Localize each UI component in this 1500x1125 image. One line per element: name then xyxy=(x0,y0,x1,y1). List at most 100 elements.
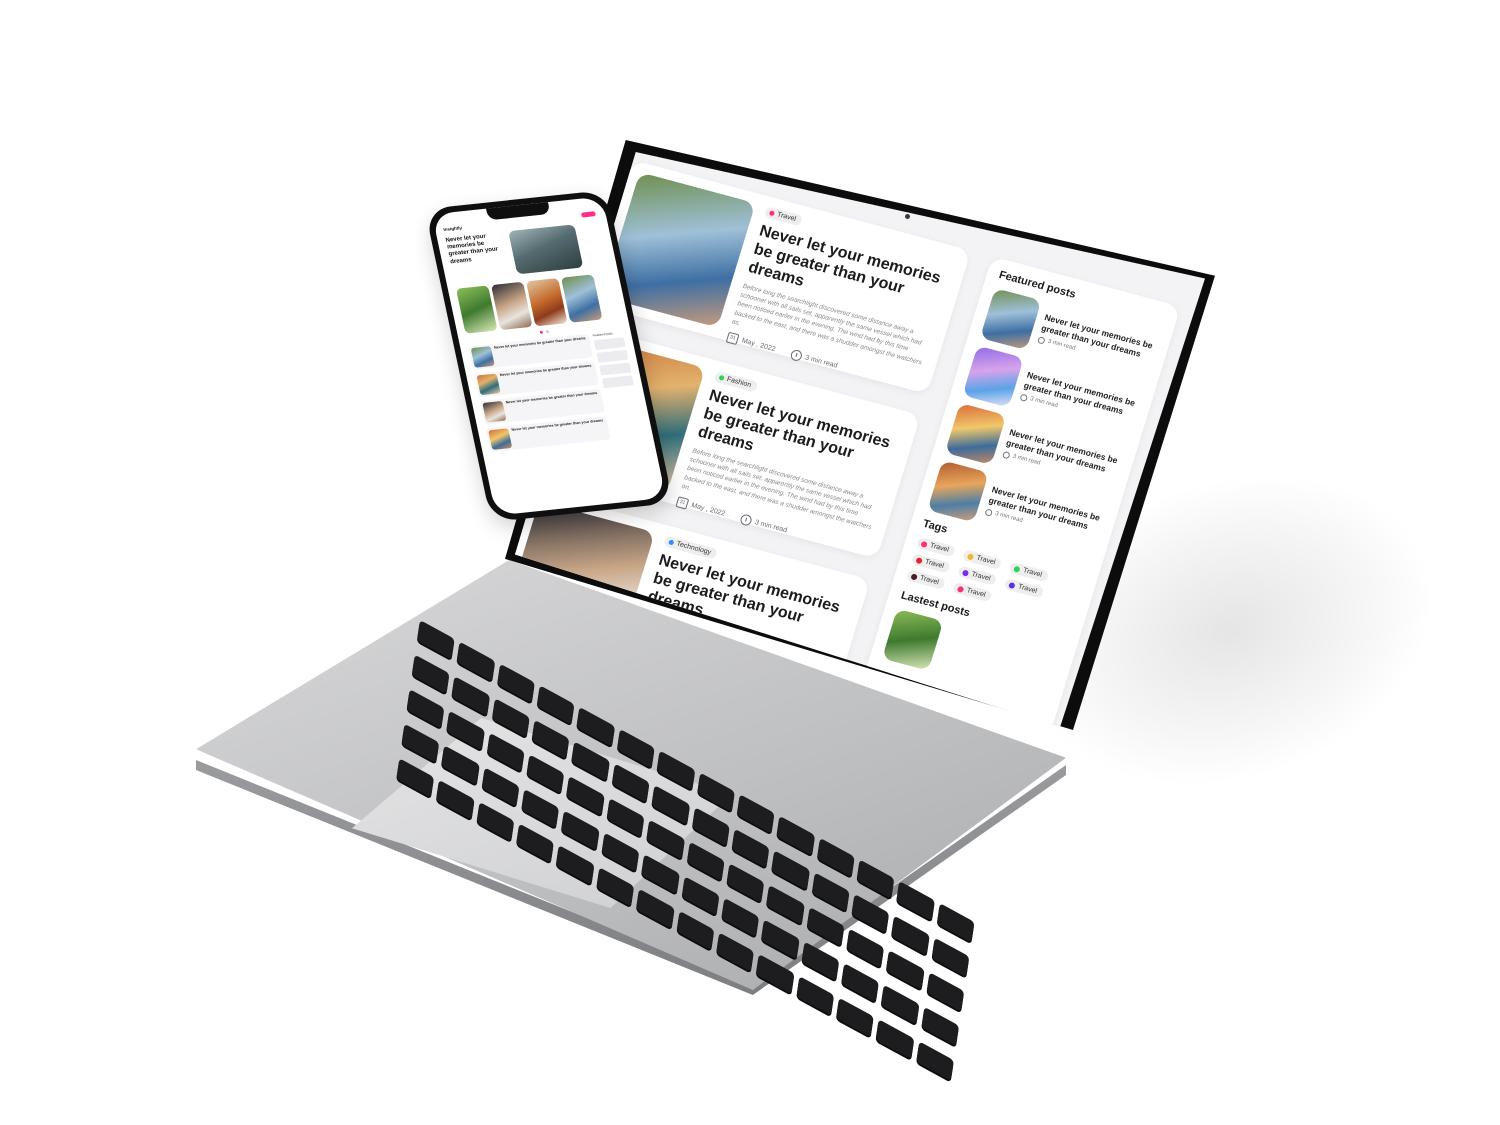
tag-label: Travel xyxy=(1017,583,1038,596)
keyboard-key[interactable] xyxy=(875,1019,914,1060)
keyboard-key[interactable] xyxy=(571,741,610,782)
keyboard-key[interactable] xyxy=(926,972,965,1012)
tag-chip[interactable]: Travel xyxy=(905,569,947,590)
carousel-image[interactable] xyxy=(525,278,568,327)
keyboard-key[interactable] xyxy=(931,937,970,978)
phone-post-title[interactable]: Never let your memories be greater than … xyxy=(499,364,595,393)
keyboard-key[interactable] xyxy=(891,915,930,956)
phone-post-image[interactable] xyxy=(476,373,501,396)
keyboard-key[interactable] xyxy=(516,823,555,864)
keyboard-key[interactable] xyxy=(801,941,840,981)
keyboard-key[interactable] xyxy=(491,698,530,738)
phone-signup-button[interactable] xyxy=(580,211,596,218)
featured-post-image[interactable] xyxy=(979,288,1042,351)
keyboard-key[interactable] xyxy=(686,841,725,882)
keyboard-key[interactable] xyxy=(611,763,650,803)
carousel-dot-active[interactable] xyxy=(539,330,543,334)
keyboard-key[interactable] xyxy=(846,928,885,969)
keyboard-key[interactable] xyxy=(651,785,690,825)
phone-featured-item[interactable] xyxy=(601,375,634,389)
keyboard-key[interactable] xyxy=(606,797,645,838)
keyboard-key[interactable] xyxy=(915,1041,954,1081)
keyboard-key[interactable] xyxy=(726,863,765,903)
keyboard-key[interactable] xyxy=(771,850,810,891)
phone-post-image[interactable] xyxy=(488,428,513,450)
keyboard-key[interactable] xyxy=(566,776,605,816)
carousel-dot[interactable] xyxy=(545,330,549,334)
keyboard-key[interactable] xyxy=(681,876,720,916)
keyboard-key[interactable] xyxy=(531,719,570,760)
keyboard-key[interactable] xyxy=(641,854,680,894)
keyboard-key[interactable] xyxy=(795,975,835,1016)
keyboard-key[interactable] xyxy=(646,819,685,860)
keyboard-key[interactable] xyxy=(601,832,640,873)
phone-post-image[interactable] xyxy=(470,346,495,368)
tag-dot-icon xyxy=(920,540,929,548)
keyboard-key[interactable] xyxy=(451,676,490,716)
keyboard-key[interactable] xyxy=(636,888,675,929)
keyboard-key[interactable] xyxy=(691,806,730,847)
tag-dot-icon xyxy=(1013,565,1022,573)
keyboard-key[interactable] xyxy=(411,654,450,695)
tag-label: Travel xyxy=(919,574,940,587)
keyboard-key[interactable] xyxy=(921,1006,960,1047)
keyboard-key[interactable] xyxy=(811,872,850,912)
keyboard-key[interactable] xyxy=(886,950,925,990)
post-read-time: 3 min read xyxy=(753,518,788,534)
keyboard-key[interactable] xyxy=(561,810,600,851)
keyboard-key[interactable] xyxy=(721,897,760,938)
featured-post-image[interactable] xyxy=(944,402,1007,466)
keyboard-key[interactable] xyxy=(851,893,890,934)
keyboard-key[interactable] xyxy=(521,788,560,829)
keyboard-key[interactable] xyxy=(401,723,440,764)
tag-chip[interactable]: Travel xyxy=(1004,578,1045,599)
phone-hero-image[interactable] xyxy=(508,224,584,275)
phone-featured-item[interactable] xyxy=(599,362,632,376)
keyboard-key[interactable] xyxy=(936,902,975,943)
phone-hero-title[interactable]: Never let your memories be greater than … xyxy=(445,232,512,281)
keyboard-key[interactable] xyxy=(841,963,880,1003)
keyboard-key[interactable] xyxy=(441,745,480,786)
keyboard-key[interactable] xyxy=(486,732,525,773)
latest-post-image[interactable] xyxy=(881,608,944,671)
phone-post-title[interactable]: Never let your memories be greater than … xyxy=(494,336,590,365)
keyboard-key[interactable] xyxy=(596,867,635,907)
phone-featured-item[interactable] xyxy=(593,337,626,351)
featured-post-image[interactable] xyxy=(962,345,1024,408)
keyboard-key[interactable] xyxy=(676,910,715,951)
keyboard-key[interactable] xyxy=(406,689,445,729)
carousel-image[interactable] xyxy=(490,281,533,331)
carousel-image[interactable] xyxy=(560,274,603,323)
keyboard-key[interactable] xyxy=(436,779,475,820)
phone-post-image[interactable] xyxy=(482,400,507,423)
phone-featured-item[interactable] xyxy=(596,349,629,363)
tag-chip[interactable]: Travel xyxy=(962,549,1003,570)
keyboard-key[interactable] xyxy=(396,758,435,798)
keyboard-key[interactable] xyxy=(756,954,795,994)
phone-post-title[interactable]: Never let your memories be greater than … xyxy=(511,418,607,447)
phone-post-title[interactable]: Never let your memories be greater than … xyxy=(505,391,601,420)
keyboard-key[interactable] xyxy=(835,997,875,1038)
post-tag-label: Travel xyxy=(776,211,797,224)
keyboard-key[interactable] xyxy=(716,932,755,972)
featured-post-image[interactable] xyxy=(927,460,989,523)
keyboard-key[interactable] xyxy=(731,828,770,869)
tag-chip[interactable]: Travel xyxy=(957,565,998,587)
clock-icon xyxy=(1001,450,1011,460)
carousel-image[interactable] xyxy=(455,285,498,334)
keyboard-key[interactable] xyxy=(806,906,845,947)
keyboard-key[interactable] xyxy=(526,754,565,795)
keyboard-key[interactable] xyxy=(766,884,805,925)
keyboard-key[interactable] xyxy=(446,710,485,751)
keyboard-key[interactable] xyxy=(896,881,935,921)
keyboard-key[interactable] xyxy=(761,919,800,960)
tag-chip[interactable]: Travel xyxy=(1008,561,1050,583)
tag-dot-icon xyxy=(718,374,725,381)
keyboard-key[interactable] xyxy=(481,767,520,807)
keyboard-key[interactable] xyxy=(476,801,515,842)
tag-dot-icon xyxy=(962,569,970,577)
keyboard-key[interactable] xyxy=(556,845,595,885)
tag-chip[interactable]: Travel xyxy=(952,581,993,603)
keyboard-key[interactable] xyxy=(881,984,920,1025)
latest-post-item[interactable] xyxy=(881,608,1062,703)
